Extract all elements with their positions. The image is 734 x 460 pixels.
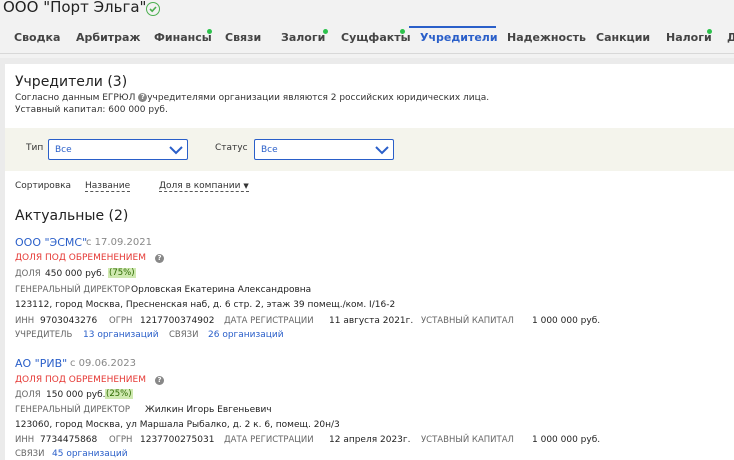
address: 123060, город Москва, ул Маршала Рыбалко… — [15, 420, 340, 430]
ogrn-label: ОГРН — [109, 316, 133, 326]
tab-arbitration[interactable]: Арбитраж — [76, 31, 140, 44]
inn-value: 7734475868 — [40, 435, 98, 445]
director-name: Жилкин Игорь Евгеньевич — [145, 405, 272, 415]
tab-summary[interactable]: Сводка — [14, 31, 60, 44]
inn-label: ИНН — [15, 435, 35, 445]
capital-label: УСТАВНЫЙ КАПИТАЛ — [421, 316, 514, 326]
tab-founders[interactable]: Учредители — [420, 31, 498, 44]
status-filter-select[interactable]: Все — [254, 139, 394, 160]
reg-date-value: 12 апреля 2023г. — [329, 435, 411, 445]
share-label: ДОЛЯ — [15, 269, 41, 279]
ogrn-value: 1217700374902 — [140, 316, 215, 326]
type-filter-label: Тип — [26, 143, 44, 153]
actual-founders-title: Актуальные (2) — [15, 208, 129, 224]
tab-reliability[interactable]: Надежность — [507, 31, 586, 44]
chevron-down-icon — [169, 146, 183, 155]
tab-links[interactable]: Связи — [225, 31, 261, 44]
founders-panel: Учредители (3) Согласно данным ЕГРЮЛ ? уч… — [5, 64, 734, 460]
tab-more[interactable]: Д — [727, 31, 734, 44]
active-tab-indicator — [409, 26, 496, 28]
status-filter-label: Статус — [215, 143, 248, 153]
verified-check-icon — [146, 2, 160, 16]
founders-title: Учредители (3) — [15, 74, 128, 90]
founder-since: с 17.09.2021 — [86, 237, 152, 248]
type-filter-select[interactable]: Все — [48, 139, 188, 160]
share-label: ДОЛЯ — [15, 390, 41, 400]
reg-date-value: 11 августа 2021г. — [329, 316, 414, 326]
links-label: СВЯЗИ — [15, 449, 45, 459]
update-dot-icon — [707, 29, 712, 34]
inn-label: ИНН — [15, 316, 35, 326]
sort-by-name[interactable]: Название — [85, 181, 131, 192]
founder-org-link[interactable]: ООО "ЭСМС" — [15, 236, 87, 249]
share-percent-badge: (75%) — [108, 268, 136, 278]
founder-org-link[interactable]: АО "РИВ" — [15, 357, 67, 370]
founder-of-link[interactable]: 13 организаций — [83, 330, 159, 340]
help-icon[interactable]: ? — [155, 254, 164, 263]
tab-material-facts[interactable]: Сущфакты — [341, 29, 411, 44]
tab-taxes[interactable]: Налоги — [666, 29, 712, 44]
company-title: ООО "Порт Эльга" — [3, 0, 147, 16]
director-label: ГЕНЕРАЛЬНЫЙ ДИРЕКТОР — [15, 405, 130, 415]
share-value: 450 000 руб. — [45, 269, 105, 279]
address: 123112, город Москва, Пресненская наб, д… — [15, 300, 396, 310]
sort-label: Сортировка — [15, 181, 72, 191]
founder-of-label: УЧРЕДИТЕЛЬ — [15, 330, 73, 340]
encumbrance-label: ДОЛЯ ПОД ОБРЕМЕНЕНИЕМ — [15, 375, 146, 385]
share-percent-badge: (25%) — [105, 389, 133, 399]
capital-value: 1 000 000 руб. — [532, 435, 601, 445]
reg-date-label: ДАТА РЕГИСТРАЦИИ — [224, 435, 314, 445]
filter-bar: Тип Все Статус Все — [5, 128, 734, 171]
authorized-capital: Уставный капитал: 600 000 руб. — [15, 105, 168, 115]
tab-pledges[interactable]: Залоги — [281, 29, 328, 44]
capital-label: УСТАВНЫЙ КАПИТАЛ — [421, 435, 514, 445]
encumbrance-label: ДОЛЯ ПОД ОБРЕМЕНЕНИЕМ — [15, 253, 146, 263]
reg-date-label: ДАТА РЕГИСТРАЦИИ — [224, 316, 314, 326]
inn-value: 9703043276 — [40, 316, 98, 326]
share-value: 150 000 руб. — [46, 390, 106, 400]
links-link[interactable]: 26 организаций — [208, 330, 284, 340]
tab-bar: Сводка Арбитраж Финансы Связи Залоги Сущ… — [0, 26, 734, 54]
director-label: ГЕНЕРАЛЬНЫЙ ДИРЕКТОР — [15, 285, 130, 295]
founders-description: Согласно данным ЕГРЮЛ ? учредителями орга… — [15, 93, 490, 103]
ogrn-label: ОГРН — [109, 435, 133, 445]
sort-by-share[interactable]: Доля в компании ▼ — [159, 181, 249, 192]
ogrn-value: 1237700275031 — [140, 435, 215, 445]
update-dot-icon — [207, 29, 212, 34]
help-icon[interactable]: ? — [138, 93, 148, 102]
tab-sanctions[interactable]: Санкции — [596, 31, 650, 44]
links-label: СВЯЗИ — [169, 330, 199, 340]
founder-since: с 09.06.2023 — [70, 358, 136, 369]
chevron-down-icon — [375, 146, 389, 155]
update-dot-icon — [400, 29, 405, 34]
update-dot-icon — [323, 29, 328, 34]
help-icon[interactable]: ? — [155, 376, 164, 385]
director-name: Орловская Екатерина Александровна — [131, 285, 312, 295]
links-link[interactable]: 45 организаций — [52, 449, 128, 459]
header: ООО "Порт Эльга" Сводка Арбитраж Финансы… — [0, 0, 734, 58]
tab-finance[interactable]: Финансы — [154, 29, 212, 44]
capital-value: 1 000 000 руб. — [532, 316, 601, 326]
